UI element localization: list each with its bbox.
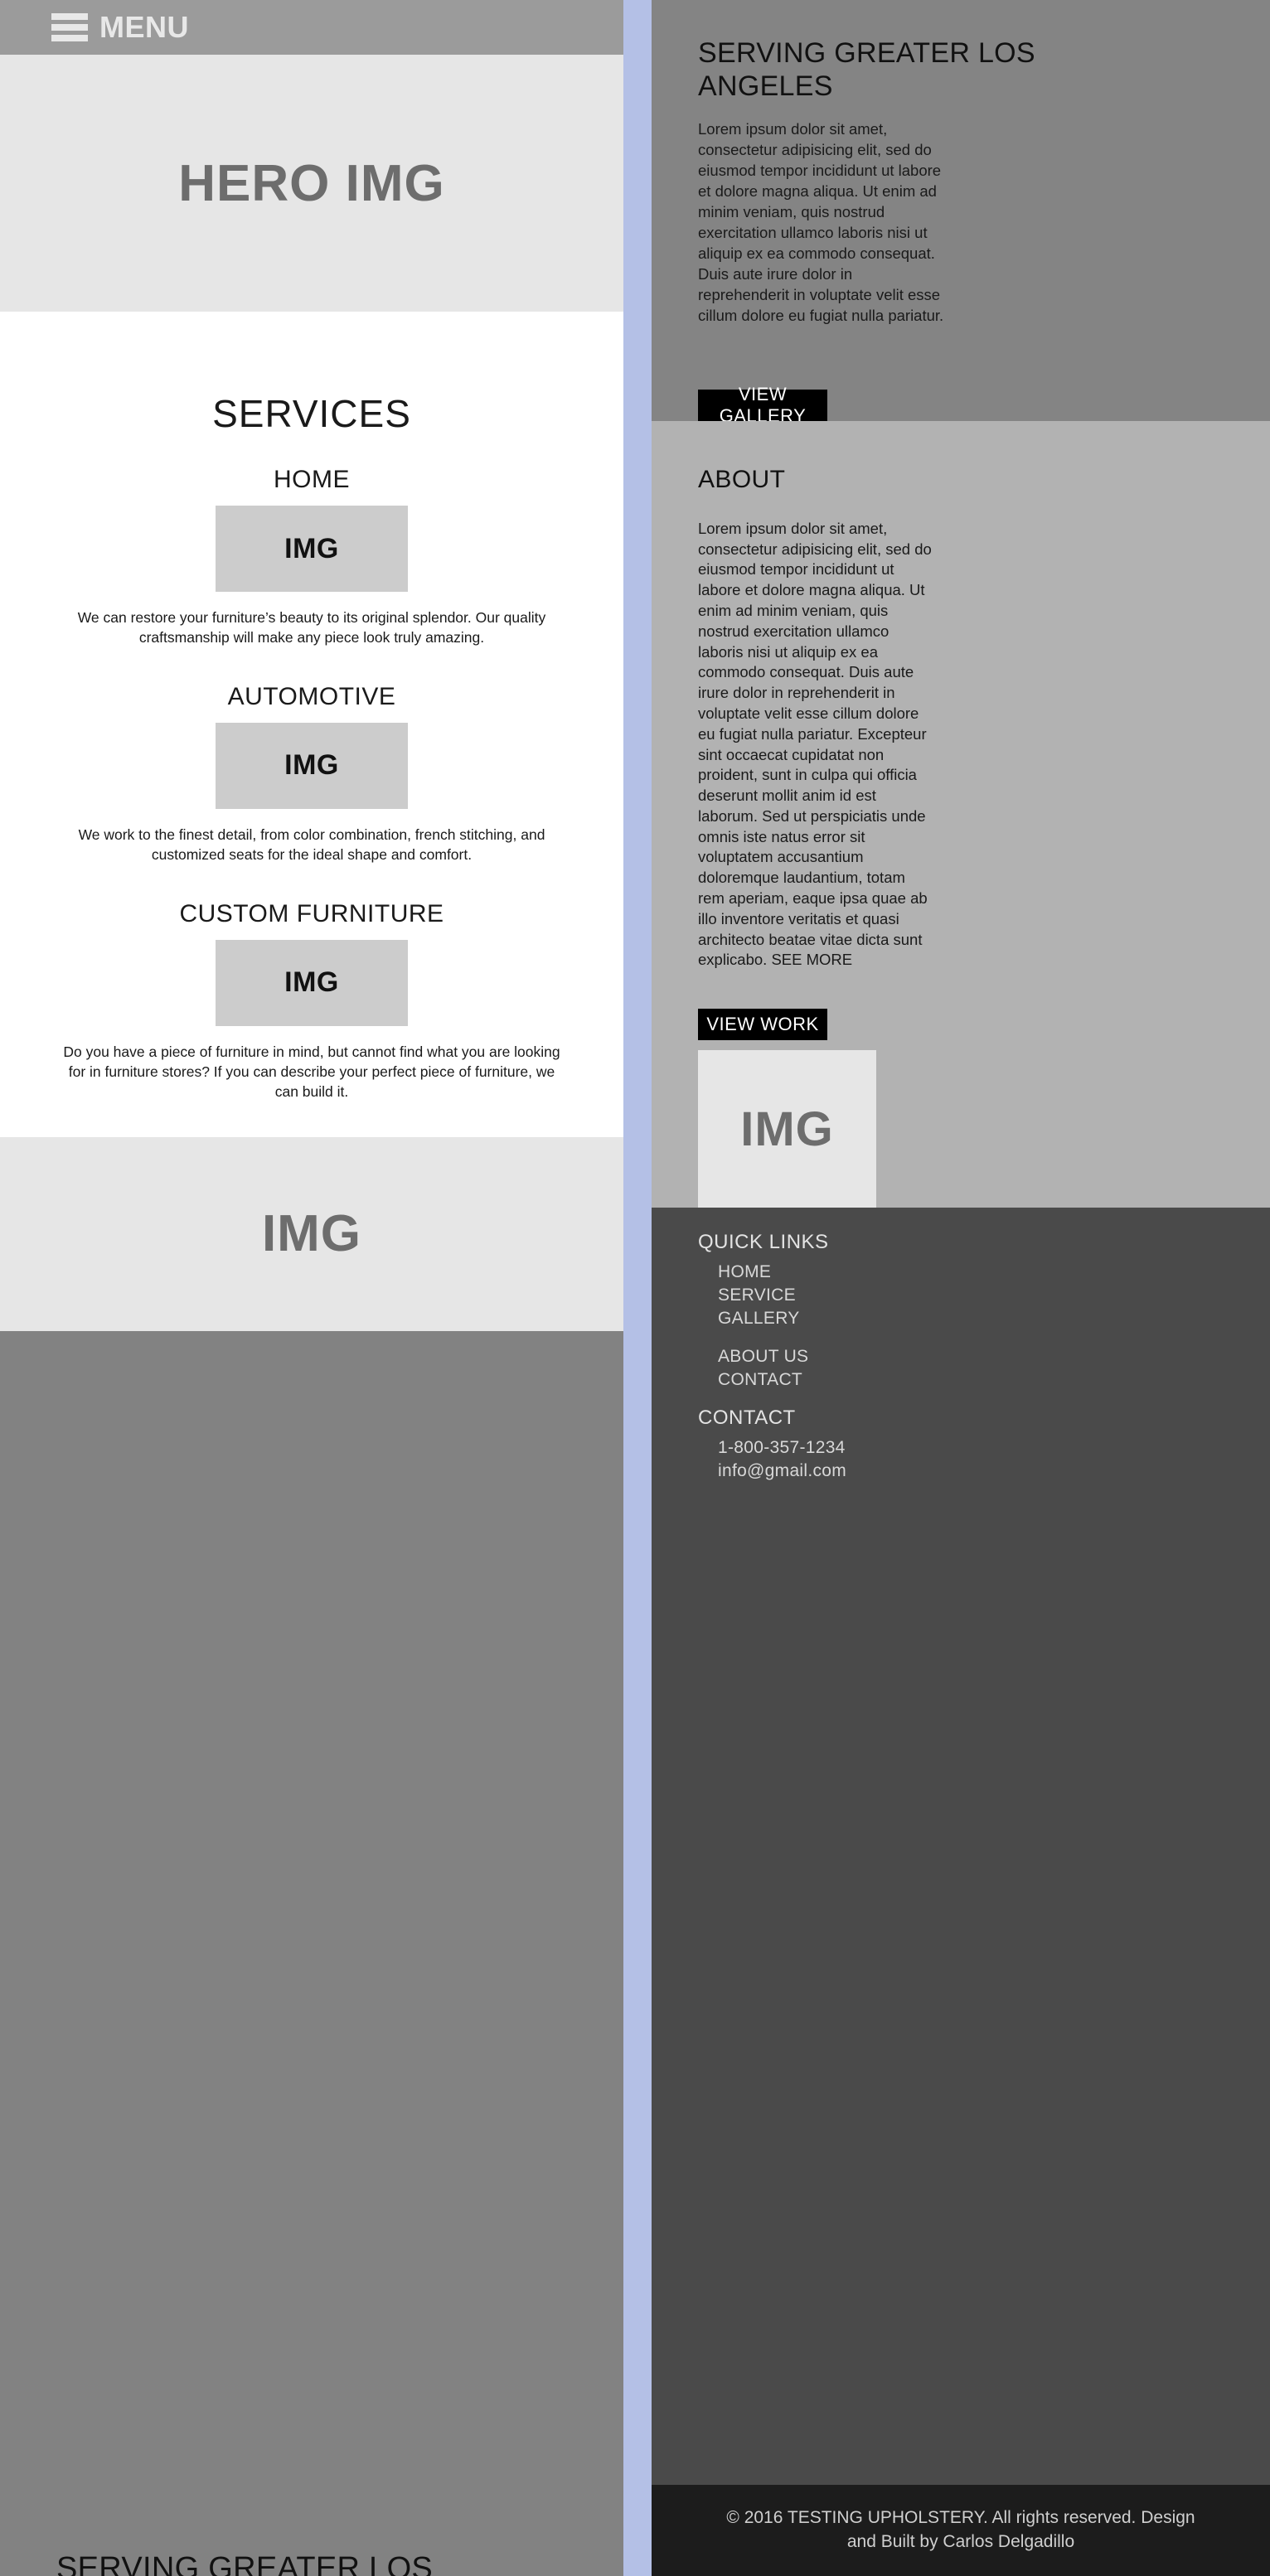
footer-link-home[interactable]: HOME xyxy=(718,1261,1224,1284)
left-bottom-section: SERVING GREATER LOS xyxy=(0,1330,623,2576)
right-column: SERVING GREATER LOS ANGELES Lorem ipsum … xyxy=(652,0,1270,2576)
services-section: SERVICES HOME IMG We can restore your fu… xyxy=(0,312,623,1137)
about-section: ABOUT Lorem ipsum dolor sit amet, consec… xyxy=(652,420,1270,1208)
contact-list: 1-800-357-1234 info@gmail.com xyxy=(698,1436,1224,1483)
service-title: CUSTOM FURNITURE xyxy=(179,899,444,927)
service-image-placeholder: IMG xyxy=(216,506,408,592)
footer-section: QUICK LINKS HOME SERVICE GALLERY ABOUT U… xyxy=(652,1208,1270,2485)
footer-link-about-us[interactable]: ABOUT US xyxy=(718,1345,1224,1368)
quick-links-group-primary: HOME SERVICE GALLERY xyxy=(698,1261,1224,1330)
left-image-label: IMG xyxy=(261,1205,362,1263)
quick-links-group-secondary: ABOUT US CONTACT xyxy=(698,1345,1224,1392)
contact-email[interactable]: info@gmail.com xyxy=(718,1460,1224,1483)
about-title: ABOUT xyxy=(698,465,786,493)
view-gallery-button[interactable]: VIEW GALLERY xyxy=(698,384,827,426)
serving-body-text: Lorem ipsum dolor sit amet, consectetur … xyxy=(698,120,944,324)
service-image-label: IMG xyxy=(284,749,339,782)
services-section-title: SERVICES xyxy=(212,392,411,435)
service-title: HOME xyxy=(274,466,350,493)
service-description: We can restore your furniture’s beauty t… xyxy=(77,609,546,646)
footer-link-gallery[interactable]: GALLERY xyxy=(718,1307,1224,1330)
service-title: AUTOMOTIVE xyxy=(227,682,396,710)
left-bottom-heading: SERVING GREATER LOS xyxy=(56,2551,434,2576)
column-divider xyxy=(623,0,652,2576)
contact-heading: CONTACT xyxy=(698,1406,796,1429)
service-card-automotive: AUTOMOTIVE IMG We work to the finest det… xyxy=(0,683,623,900)
service-card-custom-furniture: CUSTOM FURNITURE IMG Do you have a piece… xyxy=(0,900,623,1137)
footer-link-contact[interactable]: CONTACT xyxy=(718,1368,1224,1392)
serving-section: SERVING GREATER LOS ANGELES Lorem ipsum … xyxy=(652,0,1270,426)
left-column: MENU HERO IMG SERVICES HOME IMG We can r… xyxy=(0,0,623,2576)
copyright-text: © 2016 TESTING UPHOLSTERY. All rights re… xyxy=(726,2508,1195,2551)
service-description: We work to the finest detail, from color… xyxy=(78,826,545,863)
quick-links-heading: QUICK LINKS xyxy=(698,1231,829,1254)
page-root: MENU HERO IMG SERVICES HOME IMG We can r… xyxy=(0,0,1270,2576)
service-card-home: HOME IMG We can restore your furniture’s… xyxy=(0,466,623,683)
serving-title: SERVING GREATER LOS ANGELES xyxy=(698,37,1035,103)
hamburger-menu-icon[interactable] xyxy=(51,13,88,41)
contact-phone[interactable]: 1-800-357-1234 xyxy=(718,1436,1224,1460)
about-image-label: IMG xyxy=(740,1102,834,1156)
about-image-placeholder: IMG xyxy=(698,1050,876,1208)
footer-link-service[interactable]: SERVICE xyxy=(718,1284,1224,1307)
left-image-placeholder: IMG xyxy=(0,1136,623,1331)
hero-placeholder-label: HERO IMG xyxy=(178,154,445,212)
service-image-label: IMG xyxy=(284,966,339,999)
menu-bar[interactable]: MENU xyxy=(0,0,623,55)
about-body-text: Lorem ipsum dolor sit amet, consectetur … xyxy=(698,519,932,969)
hero-image-placeholder: HERO IMG xyxy=(0,55,623,312)
service-description: Do you have a piece of furniture in mind… xyxy=(63,1043,560,1100)
service-image-placeholder: IMG xyxy=(216,939,408,1026)
service-image-placeholder: IMG xyxy=(216,722,408,809)
copyright-bar: © 2016 TESTING UPHOLSTERY. All rights re… xyxy=(652,2485,1270,2576)
view-work-button[interactable]: VIEW WORK xyxy=(698,1009,827,1041)
menu-label: MENU xyxy=(99,10,189,44)
service-image-label: IMG xyxy=(284,532,339,564)
